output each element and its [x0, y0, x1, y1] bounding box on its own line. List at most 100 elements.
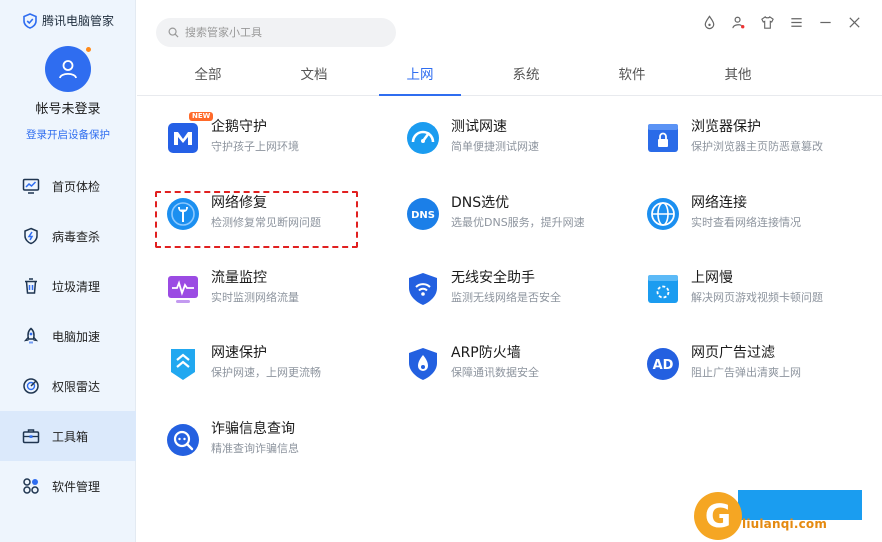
tool-penguin-guard[interactable]: NEW 企鹅守护守护孩子上网环境: [165, 110, 395, 170]
tool-fraud-lookup[interactable]: 诈骗信息查询 精准查询诈骗信息: [165, 412, 395, 472]
minimize-icon: [819, 21, 831, 23]
tool-desc: 实时监测网络流量: [211, 291, 299, 304]
tab-other[interactable]: 其他: [685, 60, 791, 95]
penguin-guard-icon: [168, 123, 198, 153]
browser-lock-icon: [648, 124, 678, 152]
tool-title: 上网慢: [691, 270, 733, 286]
sidebar-item-virus[interactable]: 病毒查杀: [0, 211, 136, 261]
sidebar-item-checkup[interactable]: 首页体检: [0, 161, 136, 211]
tab-system[interactable]: 系统: [473, 60, 579, 95]
search-box[interactable]: [156, 18, 396, 47]
tool-desc: 实时查看网络连接情况: [691, 216, 801, 229]
rocket-icon: [23, 327, 39, 344]
shield-bolt-icon: [24, 227, 38, 245]
skin-button[interactable]: [701, 14, 717, 30]
speed-protect-icon: [171, 349, 195, 380]
main-panel: 全部 文档 上网 系统 软件 其他 NEW 企鹅守护守护孩子上网环境 测试网速简…: [137, 0, 882, 542]
watermark-bar: [738, 490, 862, 520]
ad-filter-icon: AD: [647, 348, 679, 380]
tool-title: 网络连接: [691, 195, 747, 211]
search-input[interactable]: [185, 26, 385, 39]
sidebar-item-label: 首页体检: [52, 179, 101, 194]
login-link[interactable]: 登录开启设备保护: [0, 127, 136, 142]
tool-desc: 选最优DNS服务，提升网速: [451, 216, 585, 229]
apps-icon: [23, 478, 39, 494]
tab-documents[interactable]: 文档: [261, 60, 367, 95]
tool-title: 网速保护: [211, 345, 267, 361]
minimize-button[interactable]: [817, 14, 833, 30]
fraud-search-icon: [167, 424, 199, 456]
tool-traffic-monitor[interactable]: 流量监控实时监测网络流量: [165, 261, 395, 321]
sidebar-item-label: 权限雷达: [52, 379, 101, 394]
tool-title: 流量监控: [211, 270, 267, 286]
tool-title: 无线安全助手: [451, 270, 535, 286]
menu-icon: [790, 17, 802, 27]
search-icon: [168, 27, 179, 38]
tool-speed-test[interactable]: 测试网速简单便捷测试网速: [405, 110, 635, 170]
traffic-monitor-icon: [168, 276, 198, 303]
globe-icon: [647, 198, 679, 230]
new-badge: NEW: [189, 112, 214, 121]
tool-desc: 阻止广告弹出清爽上网: [691, 366, 801, 379]
tool-desc: 监测无线网络是否安全: [451, 291, 561, 304]
sidebar-item-toolbox[interactable]: 工具箱: [0, 411, 136, 461]
tool-dns-optimize[interactable]: DNS DNS选优选最优DNS服务，提升网速: [405, 186, 635, 246]
tool-title: 企鹅守护: [211, 119, 267, 135]
menu-button[interactable]: [788, 14, 804, 30]
tool-desc: 简单便捷测试网速: [451, 140, 539, 153]
tool-desc: 精准查询诈骗信息: [211, 442, 299, 455]
svg-text:DNS: DNS: [411, 210, 435, 221]
shirt-icon: [760, 15, 774, 29]
tool-arp-firewall[interactable]: ARP防火墙 保障通讯数据安全: [405, 336, 635, 396]
app-brand: 腾讯电脑管家: [22, 12, 114, 29]
sidebar-item-label: 垃圾清理: [52, 279, 101, 294]
close-button[interactable]: [846, 14, 862, 30]
user-icon: [59, 60, 77, 79]
tool-desc: 解决网页游戏视频卡顿问题: [691, 291, 823, 304]
sidebar-item-radar[interactable]: 权限雷达: [0, 361, 136, 411]
sidebar-item-cleanup[interactable]: 垃圾清理: [0, 261, 136, 311]
tool-title: ARP防火墙: [451, 345, 521, 361]
sidebar-item-label: 工具箱: [52, 429, 89, 444]
arp-firewall-icon: [409, 348, 437, 380]
tool-title: 测试网速: [451, 119, 507, 135]
site-watermark: G liulanqi.com: [686, 490, 882, 542]
logo-icon: [23, 12, 37, 29]
tool-slow-network[interactable]: 上网慢解决网页游戏视频卡顿问题: [645, 261, 875, 321]
tool-wifi-security[interactable]: 无线安全助手监测无线网络是否安全: [405, 261, 635, 321]
app-title: 腾讯电脑管家: [42, 14, 115, 28]
tool-network-connections[interactable]: 网络连接实时查看网络连接情况: [645, 186, 875, 246]
tool-desc: 保护浏览器主页防恶意篡改: [691, 140, 823, 153]
user-settings-icon: [731, 16, 744, 28]
skin-icon: [704, 14, 714, 29]
tab-all[interactable]: 全部: [155, 60, 261, 95]
svg-text:AD: AD: [653, 358, 674, 373]
highlight-box: [155, 191, 358, 248]
wifi-shield-icon: [409, 273, 437, 305]
toolbox-icon: [22, 429, 40, 444]
category-tabs: 全部 文档 上网 系统 软件 其他: [137, 60, 882, 96]
tool-speed-protect[interactable]: 网速保护 保护网速，上网更流畅: [165, 336, 395, 396]
theme-button[interactable]: [759, 14, 775, 30]
sidebar-item-software[interactable]: 软件管理: [0, 461, 136, 511]
sidebar-item-label: 软件管理: [52, 479, 101, 494]
tab-internet[interactable]: 上网: [367, 60, 473, 96]
slow-network-icon: [648, 275, 678, 303]
sidebar: 腾讯电脑管家 帐号未登录 登录开启设备保护 首页体检 病毒查杀 垃圾清理 电脑加…: [0, 0, 136, 542]
tool-ad-filter[interactable]: AD 网页广告过滤 阻止广告弹出清爽上网: [645, 336, 875, 396]
tool-desc: 守护孩子上网环境: [211, 140, 299, 153]
speedometer-icon: [407, 122, 439, 154]
tool-browser-protect[interactable]: 浏览器保护 保护浏览器主页防恶意篡改: [645, 110, 875, 170]
sidebar-item-label: 电脑加速: [52, 329, 101, 344]
sidebar-item-speedup[interactable]: 电脑加速: [0, 311, 136, 361]
tool-title: 诈骗信息查询: [211, 421, 295, 437]
user-settings-button[interactable]: [730, 14, 746, 30]
dns-icon: DNS: [407, 198, 439, 230]
avatar[interactable]: [45, 46, 92, 92]
account-name: 帐号未登录: [35, 102, 101, 117]
tool-title: DNS选优: [451, 195, 510, 211]
notification-dot: [85, 46, 92, 53]
trash-icon: [25, 278, 37, 294]
tab-software[interactable]: 软件: [579, 60, 685, 95]
sidebar-nav: 首页体检 病毒查杀 垃圾清理 电脑加速 权限雷达 工具箱 软件管理: [0, 161, 136, 511]
